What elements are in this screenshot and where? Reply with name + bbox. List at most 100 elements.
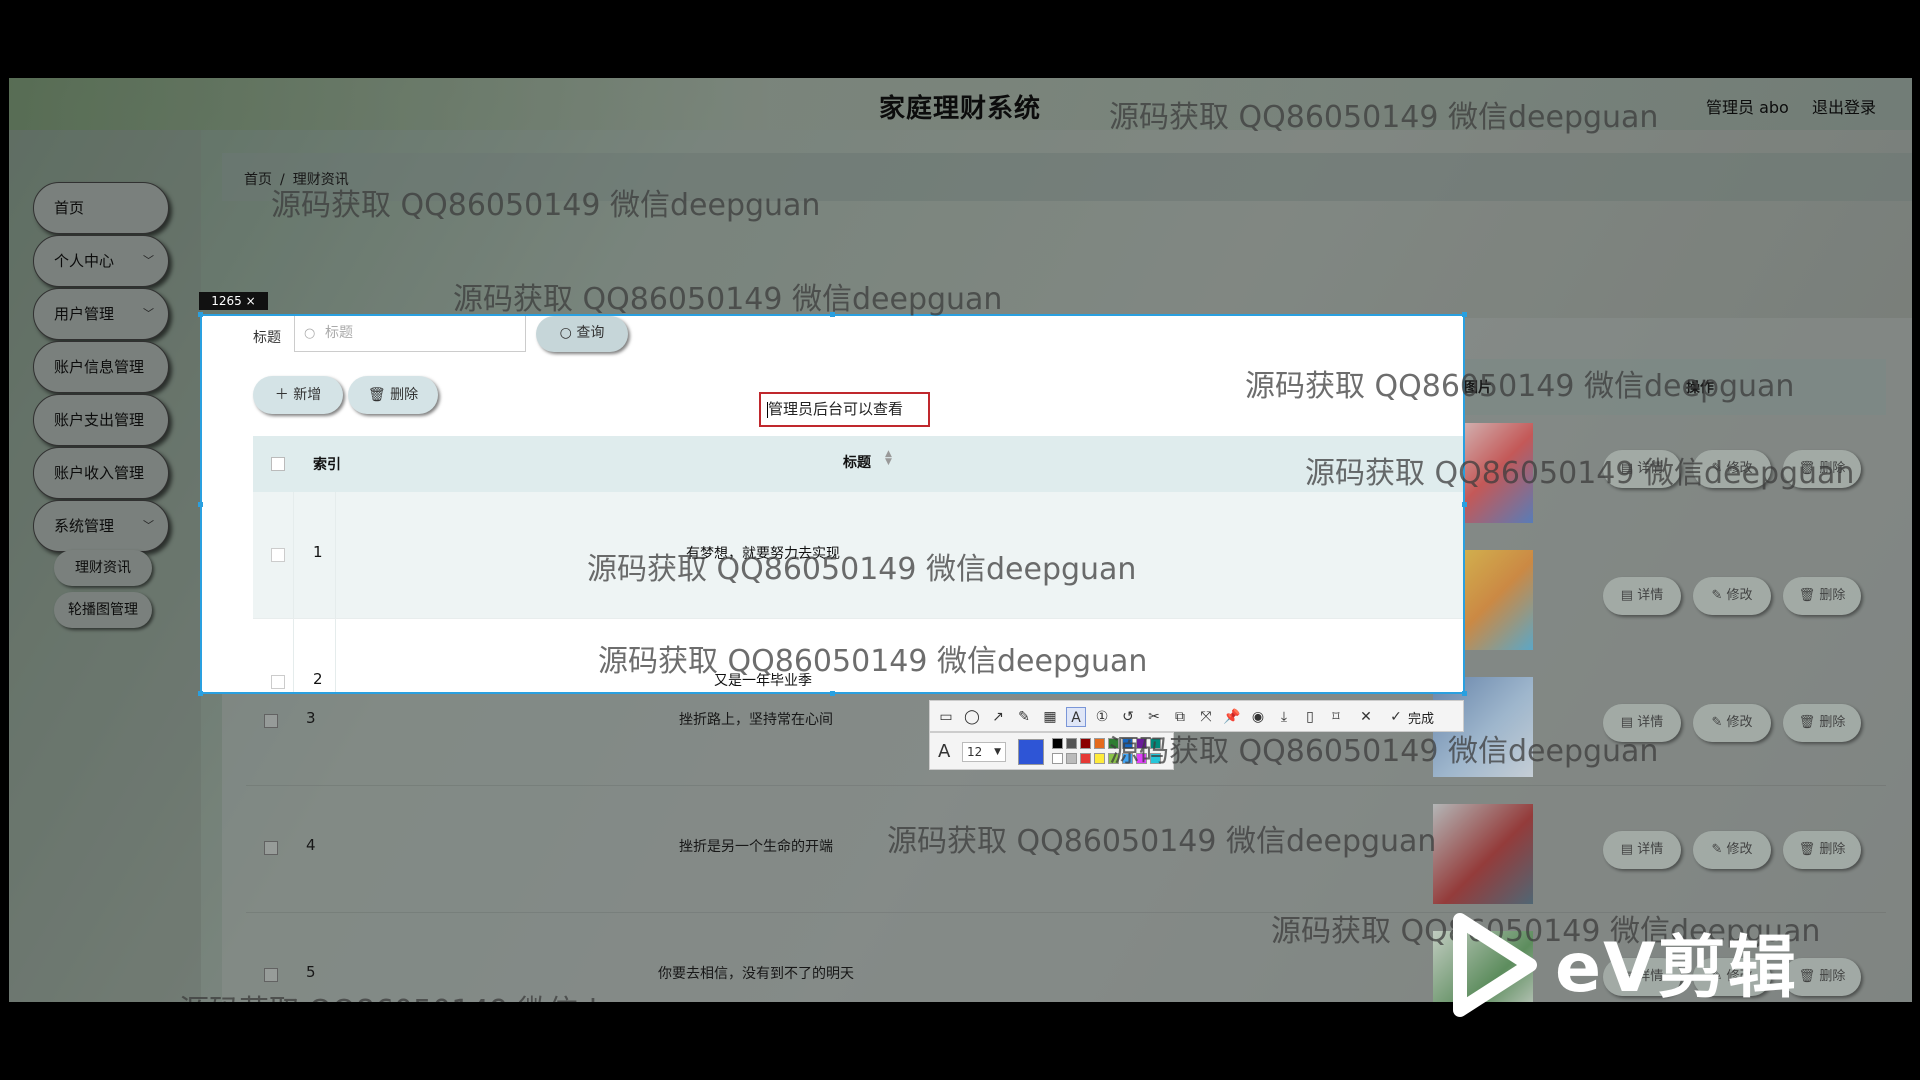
color-swatch[interactable] (1094, 738, 1105, 749)
color-swatch[interactable] (1136, 738, 1147, 749)
row-detail-button[interactable]: ▤ 详情 (1603, 704, 1681, 742)
row-edit-button[interactable]: ✎ 修改 (1693, 450, 1771, 488)
row-edit-icon: ✎ (1711, 461, 1727, 476)
resize-handle[interactable] (1462, 312, 1467, 317)
color-swatch[interactable] (1080, 738, 1091, 749)
row-edit-button[interactable]: ✎ 修改 (1693, 577, 1771, 615)
undo-icon[interactable]: ↺ (1118, 707, 1138, 727)
resize-handle[interactable] (1462, 691, 1467, 696)
row-thumbnail[interactable] (1433, 804, 1533, 904)
close-icon[interactable]: ✕ (1356, 707, 1376, 727)
row-delete-icon: 🗑 (1798, 461, 1820, 476)
crop-icon[interactable]: ✂ (1144, 707, 1164, 727)
sort-icon[interactable]: ▲ ▼ (885, 450, 892, 467)
row-checkbox[interactable] (271, 548, 285, 562)
current-color-swatch[interactable] (1018, 739, 1044, 765)
ellipse-tool-icon[interactable]: ◯ (962, 707, 982, 727)
row-detail-icon: ▤ (1620, 461, 1638, 476)
text-tool-icon[interactable]: A (1066, 707, 1086, 727)
th-index: 索引 (313, 457, 341, 473)
color-swatch[interactable] (1108, 738, 1119, 749)
text-style-bar: A 12 ▼ (929, 732, 1174, 770)
row-checkbox[interactable] (271, 675, 285, 689)
mosaic-tool-icon[interactable]: ▦ (1040, 707, 1060, 727)
plus-icon: ＋ (274, 387, 294, 403)
row-index: 1 (313, 543, 323, 561)
color-swatch[interactable] (1108, 753, 1119, 764)
color-swatch[interactable] (1122, 753, 1133, 764)
color-swatch[interactable] (1150, 738, 1161, 749)
number-tool-icon[interactable]: ① (1092, 707, 1112, 727)
color-swatch[interactable] (1122, 738, 1133, 749)
resize-handle[interactable] (198, 691, 203, 696)
query-button[interactable]: ○ 查询 (536, 316, 628, 352)
delete-button[interactable]: 🗑 删除 (348, 376, 438, 414)
rectangle-tool-icon[interactable]: ▭ (936, 707, 956, 727)
scroll-capture-icon[interactable]: ⤧ (1196, 707, 1216, 727)
row-delete-button[interactable]: 🗑 删除 (1783, 831, 1861, 869)
trash-icon: 🗑 (367, 387, 391, 403)
pin-icon[interactable]: 📌 (1222, 707, 1242, 727)
app-window: 家庭理财系统 管理员 abo 退出登录 首页 个人中心 ﹀ 用户管理 ﹀ 账户信息管… (9, 78, 1912, 1002)
screenshot-toolbar: ▭ ◯ ↗ ✎ ▦ A ① ↺ ✂ ⧉ ⤧ 📌 ◉ ⤓ ▯ ⌑ ✕ ✓ 完成 (929, 700, 1464, 732)
search-input[interactable]: 标题 (294, 316, 526, 352)
row-edit-button-label: 修改 (1726, 588, 1753, 603)
color-swatch[interactable] (1066, 738, 1077, 749)
row-edit-icon: ✎ (1711, 842, 1727, 857)
query-button-label: 查询 (576, 325, 605, 341)
row-delete-button[interactable]: 🗑 删除 (1783, 577, 1861, 615)
row-detail-button-label: 详情 (1637, 715, 1664, 730)
download-icon[interactable]: ⤓ (1274, 707, 1294, 727)
capture-size-label: 1265 × 381 (199, 292, 268, 326)
color-swatch[interactable] (1094, 753, 1105, 764)
pen-tool-icon[interactable]: ✎ (1014, 707, 1034, 727)
table-row[interactable]: 1 有梦想，就要努力去实现 (253, 492, 1463, 619)
resize-handle[interactable] (198, 312, 203, 317)
row-detail-icon: ▤ (1620, 842, 1638, 857)
color-swatch[interactable] (1066, 753, 1077, 764)
arrow-tool-icon[interactable]: ↗ (988, 707, 1008, 727)
translate-icon[interactable]: ⧉ (1170, 707, 1190, 727)
row-detail-button[interactable]: ▤ 详情 (1603, 450, 1681, 488)
color-swatch[interactable] (1052, 738, 1063, 749)
color-swatch[interactable] (1080, 753, 1091, 764)
row-delete-icon: 🗑 (1798, 588, 1820, 603)
table-row[interactable]: 2 又是一年毕业季 (253, 619, 1463, 692)
chevron-down-icon: ▼ (994, 747, 1001, 757)
row-index: 2 (313, 670, 323, 688)
row-edit-button[interactable]: ✎ 修改 (1693, 704, 1771, 742)
search-label: 标题 (253, 330, 281, 346)
check-icon[interactable]: ✓ (1386, 707, 1406, 727)
add-button[interactable]: ＋ 新增 (253, 376, 343, 414)
annotation-textbox[interactable]: 管理员后台可以查看 (759, 392, 930, 427)
row-delete-button[interactable]: 🗑 删除 (1783, 450, 1861, 488)
row-delete-button-label: 删除 (1819, 461, 1846, 476)
bookmark-icon[interactable]: ⌑ (1326, 707, 1346, 727)
phone-icon[interactable]: ▯ (1300, 707, 1320, 727)
color-swatch[interactable] (1136, 753, 1147, 764)
select-all-checkbox[interactable] (271, 457, 285, 471)
row-delete-icon: 🗑 (1798, 842, 1820, 857)
row-delete-button-label: 删除 (1819, 715, 1846, 730)
ev-logo-text: eV剪辑 (1555, 929, 1798, 1008)
screenshot-capture-region[interactable]: 标题 标题 ○ ○ 查询 ＋ 新增 🗑 删除 管理员后台可以查看 索引 标题 ▲… (200, 314, 1465, 694)
done-button[interactable]: 完成 (1408, 708, 1434, 727)
row-detail-button[interactable]: ▤ 详情 (1603, 577, 1681, 615)
row-title: 有梦想，就要努力去实现 (686, 546, 840, 562)
row-edit-icon: ✎ (1711, 715, 1727, 730)
color-swatch[interactable] (1052, 753, 1063, 764)
resize-handle[interactable] (830, 691, 835, 696)
font-size-select[interactable]: 12 ▼ (962, 742, 1006, 762)
color-swatch[interactable] (1150, 753, 1161, 764)
resize-handle[interactable] (198, 502, 203, 507)
row-edit-button[interactable]: ✎ 修改 (1693, 831, 1771, 869)
resize-handle[interactable] (1462, 502, 1467, 507)
font-size-value: 12 (967, 745, 983, 759)
row-detail-icon: ▤ (1620, 715, 1638, 730)
record-icon[interactable]: ◉ (1248, 707, 1268, 727)
search-icon: ○ (559, 325, 577, 341)
row-detail-button[interactable]: ▤ 详情 (1603, 831, 1681, 869)
row-delete-button[interactable]: 🗑 删除 (1783, 704, 1861, 742)
resize-handle[interactable] (830, 312, 835, 317)
annotation-text: 管理员后台可以查看 (768, 400, 904, 418)
